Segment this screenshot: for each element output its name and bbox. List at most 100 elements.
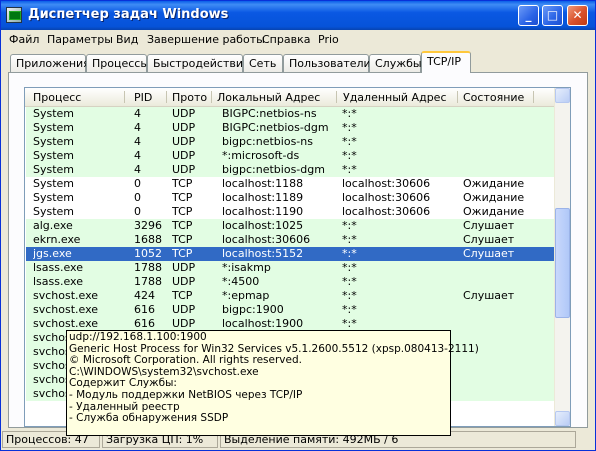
scroll-down-button[interactable]	[555, 411, 570, 426]
table-row[interactable]: System 0 TCP localhost:1188 localhost:30606 О…	[26, 177, 557, 191]
cell-process: ekrn.exe	[33, 233, 81, 246]
cell-state: Ожидание	[463, 205, 525, 218]
cell-local: BIGPC:netbios-dgm	[222, 121, 329, 134]
cell-remote: *:*	[342, 289, 357, 302]
menu-view[interactable]: Вид	[116, 33, 138, 46]
cell-remote: *:*	[342, 219, 357, 232]
cell-proto: TCP	[172, 191, 193, 204]
maximize-icon: □	[546, 8, 559, 22]
cell-pid: 1788	[134, 261, 162, 274]
menu-prio[interactable]: Prio	[318, 33, 339, 46]
cell-state: Слушает	[463, 289, 515, 302]
cell-local: localhost:1188	[222, 177, 304, 190]
table-row[interactable]: lsass.exe 1788 UDP *:4500 *:*	[26, 275, 557, 289]
cell-pid: 0	[134, 191, 141, 204]
cell-local: localhost:1900	[222, 317, 304, 330]
menu-file[interactable]: Файл	[9, 33, 39, 46]
cell-pid: 4	[134, 135, 141, 148]
table-row[interactable]: jgs.exe 1052 TCP localhost:5152 *:* Слушает	[26, 247, 557, 261]
tab-users[interactable]: Пользователи	[283, 54, 371, 72]
cell-state: Слушает	[463, 233, 515, 246]
col-pid[interactable]: PID	[134, 91, 152, 104]
table-row[interactable]: System 0 TCP localhost:1189 localhost:30606 О…	[26, 191, 557, 205]
table-row[interactable]: System 0 TCP localhost:1190 localhost:30606 О…	[26, 205, 557, 219]
tab-tcpip[interactable]: TCP/IP	[421, 51, 471, 73]
cell-process: svchost.exe	[33, 317, 99, 330]
col-proto[interactable]: Прото	[172, 91, 207, 104]
cell-local: *:microsoft-ds	[222, 149, 300, 162]
maximize-button[interactable]: □	[542, 5, 563, 26]
cell-remote: *:*	[342, 163, 357, 176]
cell-pid: 4	[134, 107, 141, 120]
cell-proto: UDP	[172, 163, 196, 176]
tab-processes[interactable]: Процессы	[86, 54, 149, 72]
table-row[interactable]: System 4 UDP *:microsoft-ds *:*	[26, 149, 557, 163]
cell-state: Ожидание	[463, 177, 525, 190]
cell-remote: localhost:30606	[342, 177, 431, 190]
tab-services[interactable]: Службы	[369, 54, 422, 72]
cell-proto: UDP	[172, 107, 196, 120]
task-manager-icon	[6, 7, 22, 23]
table-row[interactable]: System 4 UDP BIGPC:netbios-dgm *:*	[26, 121, 557, 135]
menu-options[interactable]: Параметры	[47, 33, 113, 46]
table-row[interactable]: svchost.exe 616 UDP bigpc:1900 *:*	[26, 303, 557, 317]
cell-remote: *:*	[342, 121, 357, 134]
cell-remote: *:*	[342, 275, 357, 288]
cell-proto: UDP	[172, 275, 196, 288]
tooltip-line: - Служба обнаружения SSDP	[69, 412, 229, 425]
cell-local: bigpc:netbios-dgm	[222, 163, 325, 176]
col-remote-address[interactable]: Удаленный Адрес	[343, 91, 447, 104]
cell-process: svchost.exe	[33, 303, 99, 316]
cell-proto: UDP	[172, 317, 196, 330]
cell-pid: 0	[134, 177, 141, 190]
cell-proto: TCP	[172, 247, 193, 260]
table-row[interactable]: svchost.exe 424 TCP *:epmap *:* Слушает	[26, 289, 557, 303]
table-row[interactable]: ekrn.exe 1688 TCP localhost:30606 *:* Слушает	[26, 233, 557, 247]
cell-process: lsass.exe	[33, 261, 83, 274]
scroll-up-button[interactable]	[555, 88, 570, 103]
cell-process: System	[33, 107, 75, 120]
vertical-scrollbar[interactable]	[554, 88, 570, 426]
menu-help[interactable]: Справка	[262, 33, 310, 46]
cell-proto: UDP	[172, 303, 196, 316]
tab-strip: Приложения Процессы Быстродействие Сеть …	[2, 51, 594, 73]
table-row[interactable]: svchost.exe 616 UDP localhost:1900 *:*	[26, 317, 557, 331]
col-process[interactable]: Процесс	[33, 91, 81, 104]
cell-process: jgs.exe	[33, 247, 72, 260]
cell-process: System	[33, 205, 75, 218]
table-row[interactable]: System 4 UDP bigpc:netbios-dgm *:*	[26, 163, 557, 177]
table-row[interactable]: System 4 UDP bigpc:netbios-ns *:*	[26, 135, 557, 149]
menu-bar: Файл Параметры Вид Завершение работы Спр…	[2, 30, 594, 49]
task-manager-window: Диспетчер задач Windows _ □ ✕ Файл Парам…	[0, 0, 596, 451]
tooltip-line: - Модуль поддержки NetBIOS через TCP/IP	[69, 388, 303, 401]
tab-applications[interactable]: Приложения	[10, 54, 90, 72]
cell-state: Слушает	[463, 219, 515, 232]
cell-proto: TCP	[172, 219, 193, 232]
cell-pid: 1788	[134, 275, 162, 288]
window-title: Диспетчер задач Windows	[28, 7, 229, 22]
cell-process: svchost.exe	[33, 289, 99, 302]
scroll-thumb[interactable]	[555, 208, 570, 318]
tab-network[interactable]: Сеть	[243, 54, 283, 72]
cell-local: BIGPC:netbios-ns	[222, 107, 317, 120]
cell-pid: 4	[134, 149, 141, 162]
close-button[interactable]: ✕	[567, 5, 588, 26]
cell-pid: 424	[134, 289, 155, 302]
cell-process: System	[33, 135, 75, 148]
table-row[interactable]: alg.exe 3296 TCP localhost:1025 *:* Слушает	[26, 219, 557, 233]
col-local-address[interactable]: Локальный Адрес	[217, 91, 320, 104]
tab-performance[interactable]: Быстродействие	[147, 54, 250, 72]
minimize-button[interactable]: _	[518, 5, 539, 26]
cell-local: *:isakmp	[222, 261, 271, 274]
connection-tooltip: udp://192.168.1.100:1900 Generic Host Pro…	[66, 330, 479, 436]
close-icon: ✕	[572, 8, 583, 22]
table-row[interactable]: lsass.exe 1788 UDP *:isakmp *:*	[26, 261, 557, 275]
title-bar[interactable]: Диспетчер задач Windows _ □ ✕	[1, 1, 595, 30]
cell-pid: 616	[134, 303, 155, 316]
cell-remote: *:*	[342, 107, 357, 120]
cell-local: localhost:5152	[222, 247, 304, 260]
col-state[interactable]: Состояние	[463, 91, 524, 104]
cell-remote: localhost:30606	[342, 205, 431, 218]
table-row[interactable]: System 4 UDP BIGPC:netbios-ns *:*	[26, 107, 557, 121]
menu-shutdown[interactable]: Завершение работы	[147, 33, 265, 46]
